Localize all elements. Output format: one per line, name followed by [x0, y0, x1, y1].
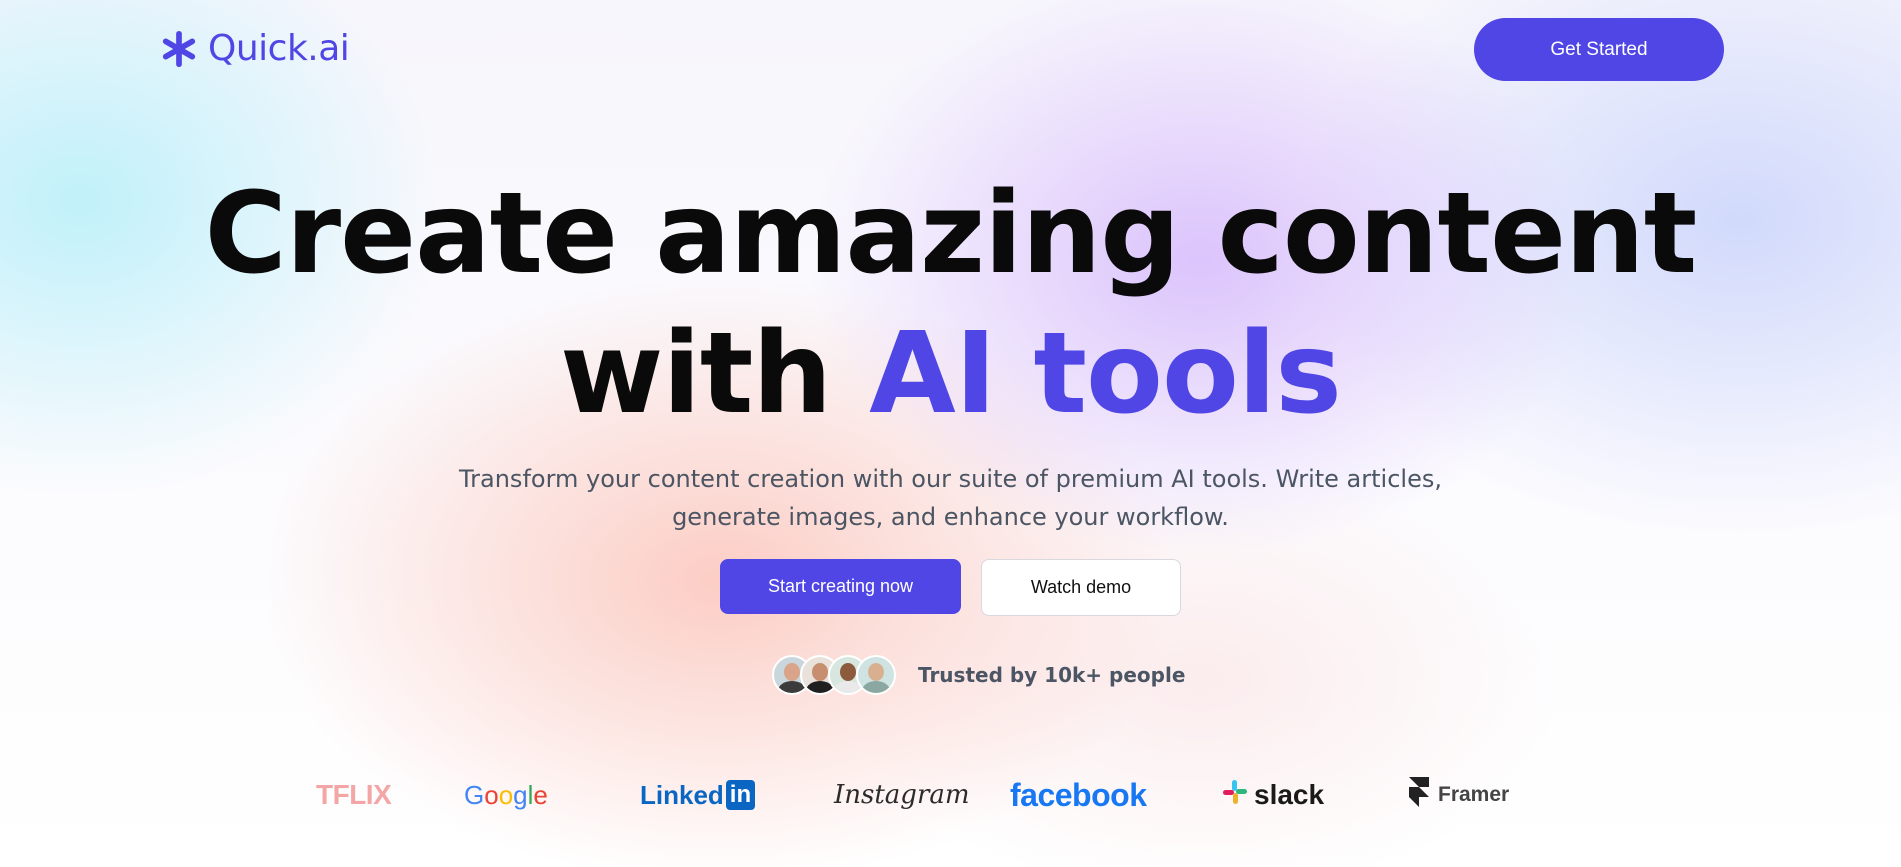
start-creating-button[interactable]: Start creating now [720, 559, 961, 614]
hero-subtitle-line-1: Transform your content creation with our… [459, 465, 1442, 493]
headline-line-1: Create amazing content [204, 169, 1698, 299]
headline-line-2: with AI tools [0, 304, 1901, 444]
logo-text: Quick.ai [208, 28, 350, 69]
avatar-group [772, 655, 896, 695]
framer-logo: Framer [1408, 770, 1509, 820]
top-nav: Quick.ai Get Started [0, 0, 1901, 96]
netflix-logo: TFLIX [316, 779, 392, 810]
trust-row: Trusted by 10k+ people [772, 655, 1185, 695]
slack-logo: slack [1222, 770, 1324, 820]
facebook-logo: facebook [1010, 776, 1147, 813]
cta-row: Start creating now Watch demo [720, 559, 1181, 616]
framer-icon [1408, 776, 1430, 814]
linkedin-logo: Linked in [640, 770, 756, 820]
get-started-button[interactable]: Get Started [1474, 18, 1724, 81]
asterisk-icon [160, 30, 198, 68]
logo[interactable]: Quick.ai [160, 28, 350, 69]
partner-logos: TFLIX Google Linked in Instagram facebook… [0, 770, 1901, 820]
trust-text: Trusted by 10k+ people [918, 663, 1186, 687]
slack-icon [1222, 779, 1248, 812]
avatar [856, 655, 896, 695]
google-logo: Google [464, 779, 548, 810]
watch-demo-button[interactable]: Watch demo [981, 559, 1181, 616]
headline-prefix: with [560, 309, 870, 439]
hero-subtitle-line-2: generate images, and enhance your workfl… [672, 503, 1229, 531]
instagram-logo: Instagram [834, 780, 970, 810]
headline-accent: AI tools [869, 309, 1342, 439]
